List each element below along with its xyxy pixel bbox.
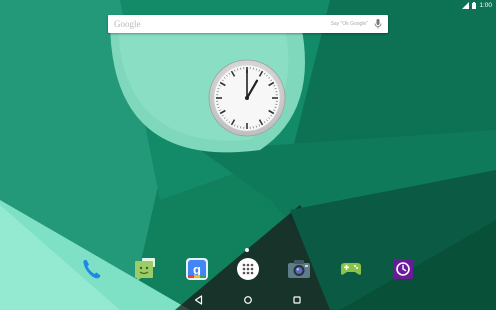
clock-app[interactable] (391, 257, 415, 281)
navigation-bar (0, 290, 496, 310)
voice-search-hint: Say "Ok Google" (330, 21, 368, 27)
analog-clock-widget[interactable] (208, 59, 286, 137)
home-icon (244, 296, 252, 304)
back-button[interactable] (193, 294, 205, 306)
messenger-app[interactable] (133, 257, 157, 281)
play-games-app[interactable] (339, 257, 363, 281)
google-plus-app[interactable]: g (185, 257, 209, 281)
battery-icon (472, 1, 477, 9)
home-button[interactable] (242, 294, 254, 306)
play-games-icon (341, 263, 361, 275)
status-bar: 1:00 (0, 0, 496, 10)
google-plus-icon: g (186, 258, 208, 280)
back-icon (194, 295, 203, 305)
svg-text:g: g (193, 262, 201, 277)
page-indicator-dot (245, 248, 249, 252)
messenger-icon (135, 258, 155, 281)
clock-icon (393, 259, 413, 279)
camera-app[interactable] (287, 257, 311, 281)
recents-button[interactable] (291, 294, 303, 306)
google-logo: Google (114, 19, 141, 29)
signal-icon (462, 1, 470, 9)
mic-icon[interactable] (374, 19, 382, 29)
app-drawer-button[interactable] (236, 257, 260, 281)
recents-icon (293, 296, 301, 304)
app-drawer-icon (237, 258, 259, 280)
google-search-bar[interactable]: Google Say "Ok Google" (108, 15, 388, 33)
phone-app[interactable] (80, 257, 104, 281)
phone-icon (83, 260, 101, 279)
status-time: 1:00 (479, 1, 492, 9)
camera-icon (288, 260, 310, 278)
